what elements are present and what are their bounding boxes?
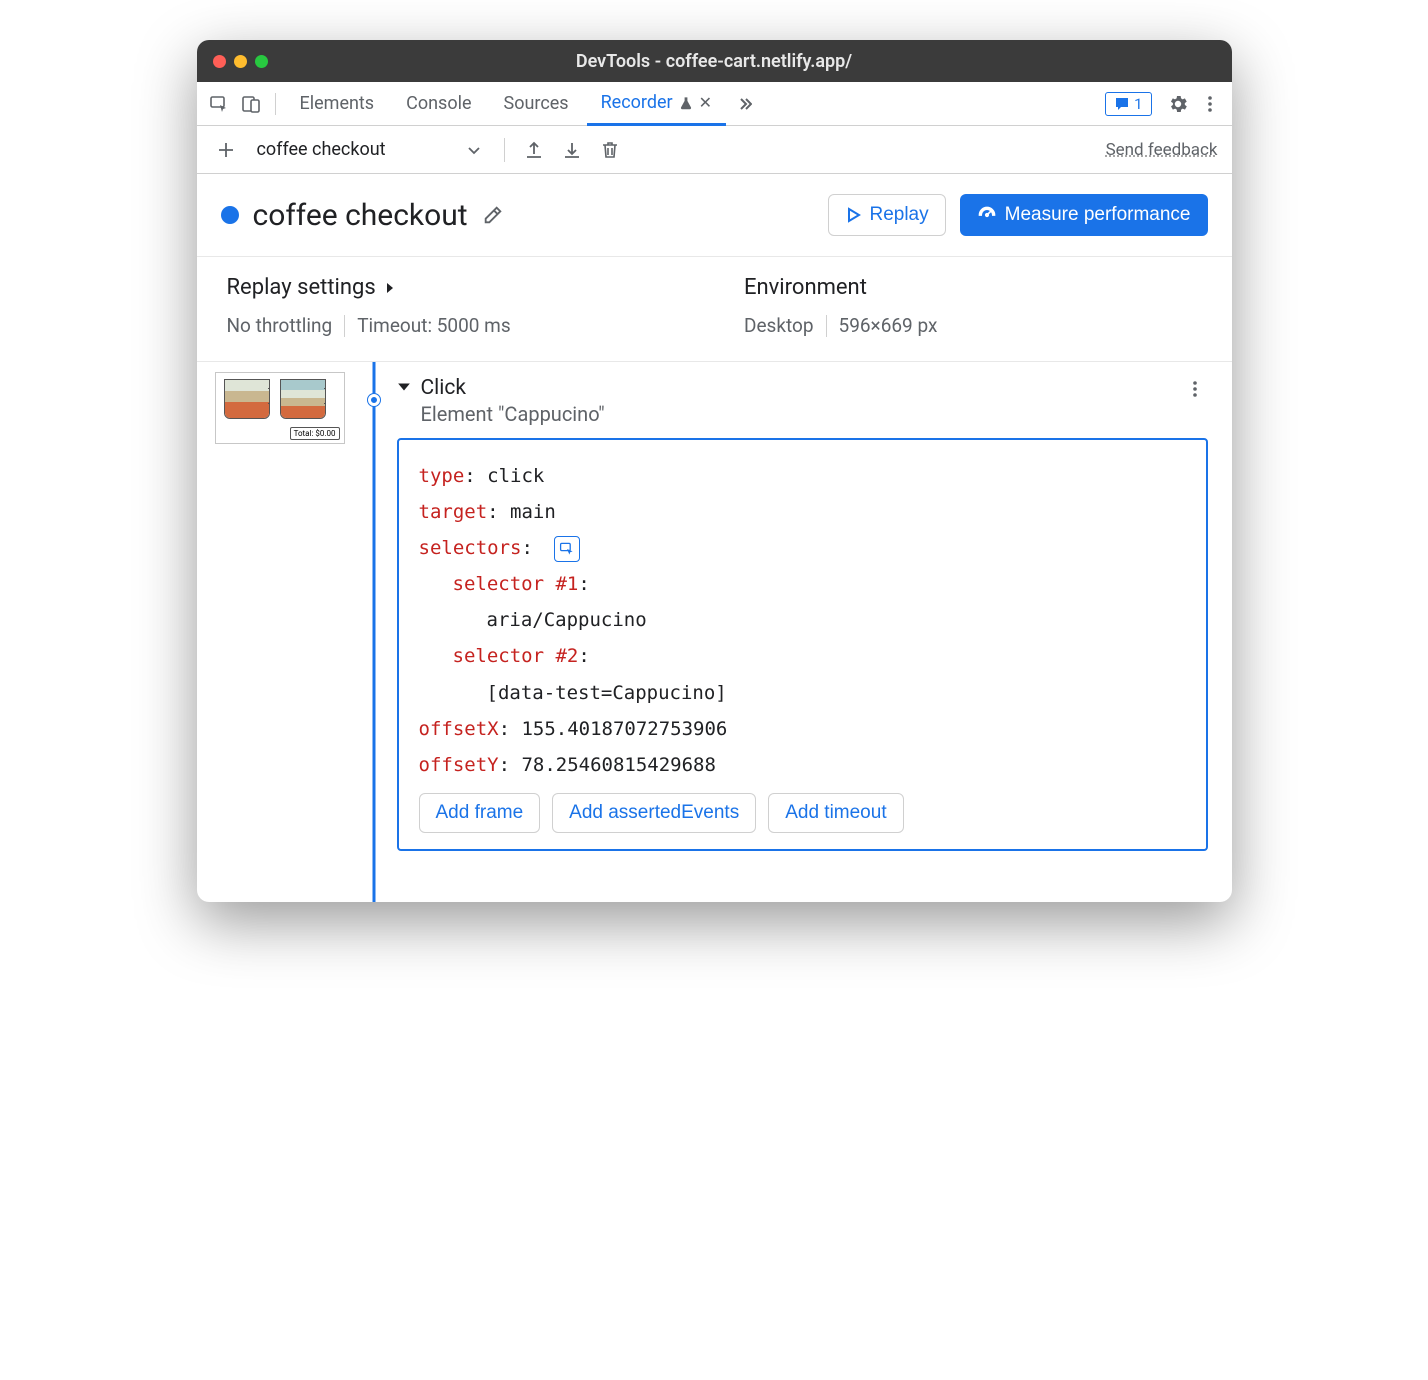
detail-selector-2[interactable]: selector #2:	[419, 638, 1186, 674]
detail-selector-1-value[interactable]: aria/Cappucino	[419, 602, 1186, 638]
track-dot	[368, 394, 380, 406]
measure-button-label: Measure performance	[1005, 204, 1191, 226]
detail-selector-1[interactable]: selector #1:	[419, 566, 1186, 602]
timeout-value: Timeout: 5000 ms	[357, 314, 510, 337]
devtools-tabbar: Elements Console Sources Recorder ✕ 1	[197, 82, 1232, 126]
add-frame-button[interactable]: Add frame	[419, 793, 541, 833]
step-collapse-toggle[interactable]	[397, 380, 411, 394]
recording-select[interactable]: coffee checkout	[249, 135, 490, 164]
detail-offsety[interactable]: offsetY: 78.25460815429688	[419, 747, 1186, 783]
kebab-menu-icon[interactable]	[1196, 90, 1224, 118]
window-title: DevTools - coffee-cart.netlify.app/	[197, 51, 1232, 72]
detail-selector-2-value[interactable]: [data-test=Cappucino]	[419, 675, 1186, 711]
step-header: Click Element "Cappucino"	[397, 376, 1208, 426]
track-line	[372, 362, 375, 902]
step-subtitle: Element "Cappucino"	[421, 402, 605, 426]
chevron-down-icon	[466, 142, 482, 158]
dimensions-value: 596×669 px	[839, 314, 938, 337]
selector-picker-button[interactable]	[554, 536, 580, 562]
divider	[504, 138, 505, 162]
replay-settings-label: Replay settings	[227, 275, 376, 300]
titlebar: DevTools - coffee-cart.netlify.app/	[197, 40, 1232, 82]
tab-elements[interactable]: Elements	[286, 82, 389, 126]
environment-settings: Environment Desktop 596×669 px	[684, 275, 1202, 337]
message-icon	[1114, 96, 1130, 112]
tab-recorder[interactable]: Recorder ✕	[587, 82, 726, 126]
tab-recorder-label: Recorder	[601, 92, 673, 113]
replay-settings-title[interactable]: Replay settings	[227, 275, 685, 300]
recording-header: coffee checkout Replay Measure performan…	[197, 174, 1232, 256]
recording-select-value: coffee checkout	[257, 139, 386, 160]
edit-title-icon[interactable]	[482, 204, 504, 226]
add-buttons-row: Add frame Add assertedEvents Add timeout	[419, 793, 1186, 833]
cup-icon	[224, 379, 270, 419]
step-title: Click	[421, 376, 605, 400]
maximize-window-button[interactable]	[255, 55, 268, 68]
inspect-element-icon[interactable]	[205, 90, 233, 118]
environment-label: Environment	[744, 275, 867, 300]
more-tabs-icon[interactable]	[730, 90, 758, 118]
flask-icon	[679, 96, 693, 110]
detail-target[interactable]: target: main	[419, 494, 1186, 530]
environment-title: Environment	[744, 275, 1202, 300]
divider	[275, 93, 276, 115]
play-icon	[845, 207, 861, 223]
thumbnail-column: Total: $0.00	[197, 362, 357, 902]
close-tab-icon[interactable]: ✕	[699, 93, 712, 112]
detail-type[interactable]: type: click	[419, 458, 1186, 494]
gauge-icon	[977, 205, 997, 225]
divider	[826, 315, 827, 337]
tab-sources[interactable]: Sources	[490, 82, 583, 126]
issues-count: 1	[1134, 95, 1142, 113]
issues-badge[interactable]: 1	[1105, 92, 1151, 116]
tab-console[interactable]: Console	[392, 82, 485, 126]
throttling-value: No throttling	[227, 314, 333, 337]
step-column: Click Element "Cappucino" type: click ta…	[391, 362, 1232, 902]
thumbnail-total: Total: $0.00	[290, 427, 340, 440]
caret-right-icon	[384, 282, 396, 294]
step-details: type: click target: main selectors: sele…	[397, 438, 1208, 851]
step-thumbnail[interactable]: Total: $0.00	[215, 372, 345, 444]
send-feedback-link[interactable]: Send feedback	[1106, 140, 1218, 160]
cup-icon	[280, 379, 326, 419]
devtools-window: DevTools - coffee-cart.netlify.app/ Elem…	[197, 40, 1232, 902]
traffic-lights	[213, 55, 268, 68]
settings-row: Replay settings No throttling Timeout: 5…	[197, 256, 1232, 362]
detail-offsetx[interactable]: offsetX: 155.40187072753906	[419, 711, 1186, 747]
device-value: Desktop	[744, 314, 814, 337]
measure-performance-button[interactable]: Measure performance	[960, 194, 1208, 236]
detail-selectors[interactable]: selectors:	[419, 530, 1186, 566]
step-more-icon[interactable]	[1182, 376, 1208, 402]
recording-title: coffee checkout	[253, 198, 468, 233]
delete-icon[interactable]	[595, 135, 625, 165]
recording-status-dot	[221, 206, 239, 224]
import-icon[interactable]	[557, 135, 587, 165]
replay-button[interactable]: Replay	[828, 194, 945, 236]
replay-button-label: Replay	[869, 204, 928, 226]
export-icon[interactable]	[519, 135, 549, 165]
close-window-button[interactable]	[213, 55, 226, 68]
timeline-area: Total: $0.00 Click Element "Cappucino"	[197, 362, 1232, 902]
new-recording-icon[interactable]	[211, 135, 241, 165]
add-timeout-button[interactable]: Add timeout	[768, 793, 903, 833]
replay-settings: Replay settings No throttling Timeout: 5…	[227, 275, 685, 337]
minimize-window-button[interactable]	[234, 55, 247, 68]
device-toolbar-icon[interactable]	[237, 90, 265, 118]
divider	[344, 315, 345, 337]
recorder-toolbar: coffee checkout Send feedback	[197, 126, 1232, 174]
settings-icon[interactable]	[1164, 90, 1192, 118]
timeline-track	[357, 362, 391, 902]
add-assertedevents-button[interactable]: Add assertedEvents	[552, 793, 756, 833]
